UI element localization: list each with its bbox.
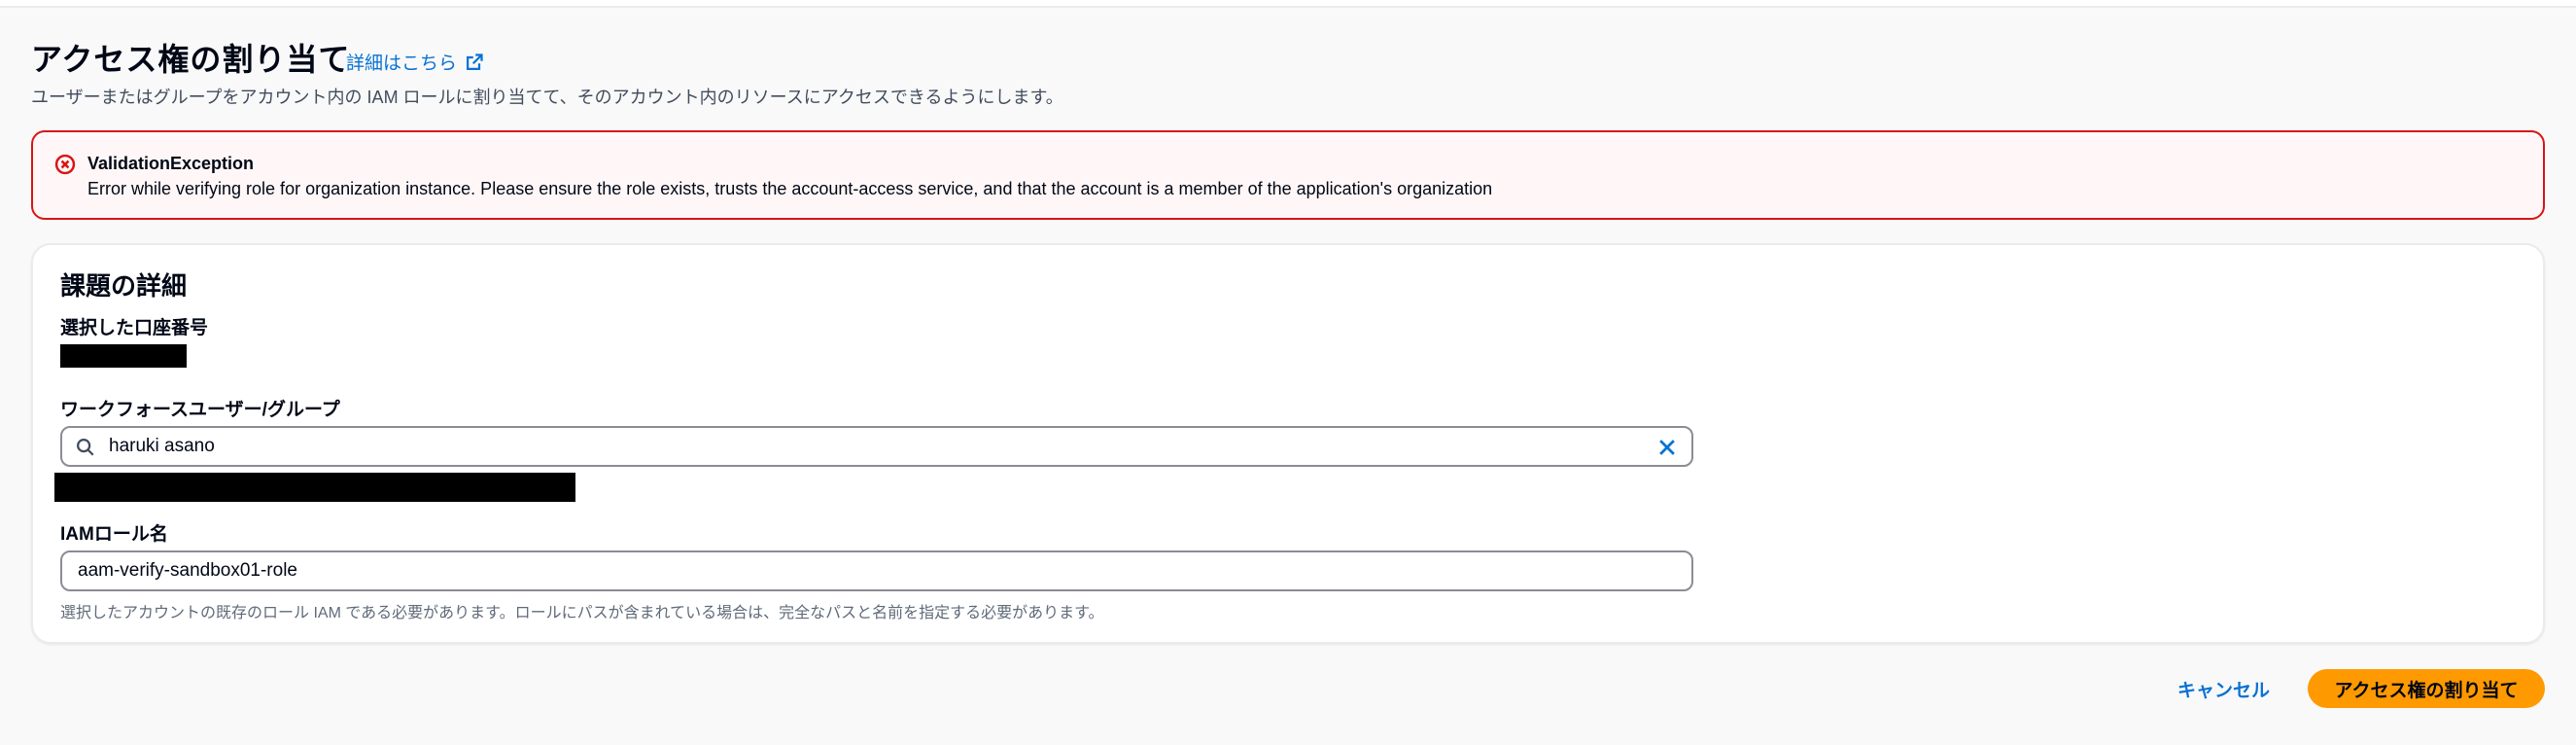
redacted-account-number <box>60 344 187 368</box>
error-alert: ValidationException Error while verifyin… <box>31 130 2545 220</box>
error-circle-icon <box>54 154 76 175</box>
page-title: アクセス権の割り当て <box>31 42 351 77</box>
iam-role-name-input[interactable]: aam-verify-sandbox01-role <box>60 550 1693 591</box>
redacted-user-info <box>54 473 575 502</box>
search-icon <box>76 438 94 456</box>
account-number-label: 選択した口座番号 <box>60 318 209 338</box>
cancel-button[interactable]: キャンセル <box>2177 676 2270 702</box>
clear-icon[interactable] <box>1656 437 1678 458</box>
top-divider <box>0 0 2576 8</box>
workforce-user-search-value: haruki asano <box>109 436 215 456</box>
workforce-user-search-input[interactable]: haruki asano <box>60 426 1693 467</box>
iam-role-constraint-text: 選択したアカウントの既存のロール IAM である必要があります。ロールにパスが含… <box>60 605 1104 621</box>
alert-title: ValidationException <box>87 154 255 173</box>
iam-role-name-label: IAMロール名 <box>60 524 168 545</box>
info-link[interactable]: 詳細はこちら <box>346 49 484 75</box>
external-link-icon <box>467 53 483 70</box>
details-container: 課題の詳細 選択した口座番号 ワークフォースユーザー/グループ haruki a… <box>31 243 2545 644</box>
page-description: ユーザーまたはグループをアカウント内の IAM ロールに割り当てて、そのアカウン… <box>31 88 1063 107</box>
workforce-user-group-label: ワークフォースユーザー/グループ <box>60 400 340 420</box>
alert-message: Error while verifying role for organizat… <box>87 179 1493 198</box>
iam-role-name-value: aam-verify-sandbox01-role <box>78 560 297 581</box>
assign-access-button[interactable]: アクセス権の割り当て <box>2308 669 2545 708</box>
info-link-label: 詳細はこちら <box>346 53 458 74</box>
details-title: 課題の詳細 <box>60 271 188 301</box>
